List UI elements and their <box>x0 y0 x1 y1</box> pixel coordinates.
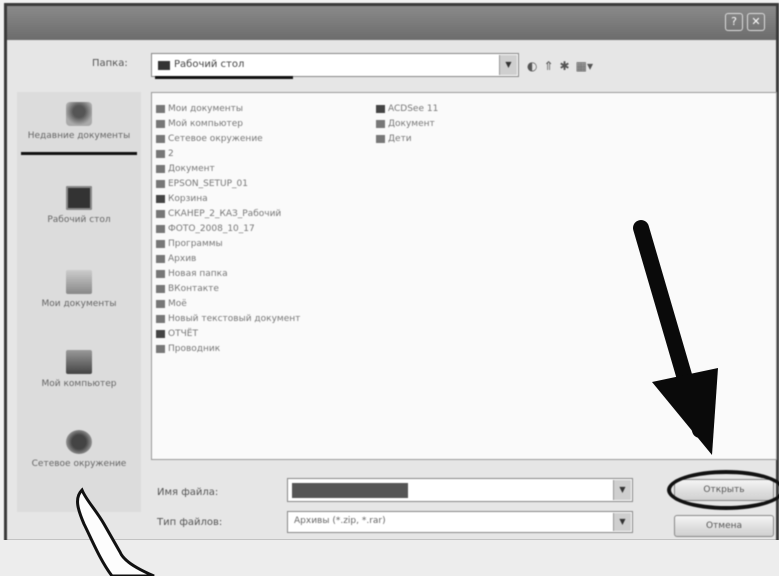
list-item[interactable]: ВКонтакте <box>156 281 300 296</box>
place-network[interactable]: Сетевое окружение <box>17 430 141 470</box>
my-documents-icon <box>66 270 92 294</box>
list-item[interactable]: Сетевое окружение <box>156 131 300 146</box>
place-label: Мой компьютер <box>41 379 117 389</box>
file-icon <box>156 149 165 158</box>
list-item[interactable]: Проводник <box>156 341 300 356</box>
my-computer-icon <box>66 350 92 374</box>
file-icon <box>156 314 165 323</box>
list-item[interactable]: ФОТО_2008_10_17 <box>156 221 300 236</box>
place-my-documents[interactable]: Мои документы <box>17 270 141 310</box>
close-button[interactable]: ✕ <box>747 13 765 31</box>
desktop-folder-icon <box>158 61 170 70</box>
file-list[interactable]: Мои документы Мой компьютер Сетевое окру… <box>151 92 777 460</box>
network-icon <box>66 430 92 454</box>
list-item[interactable]: Дети <box>376 131 438 146</box>
list-item[interactable]: СКАНЕР_2_КАЗ_Рабочий <box>156 206 300 221</box>
file-name-input[interactable]: ▼ <box>287 478 633 502</box>
file-icon <box>156 344 165 353</box>
file-icon <box>156 284 165 293</box>
folder-icon <box>156 104 165 113</box>
list-item[interactable]: Архив <box>156 251 300 266</box>
look-in-label: Папка: <box>92 58 128 69</box>
up-folder-icon[interactable]: ⇑ <box>543 59 553 73</box>
file-icon <box>376 119 385 128</box>
list-item[interactable]: Мои документы <box>156 101 300 116</box>
file-icon <box>156 209 165 218</box>
hand-drawn-underline <box>155 76 293 79</box>
recent-documents-icon <box>66 102 92 126</box>
list-item[interactable]: Документ <box>156 161 300 176</box>
highlight-circle-annotation <box>667 470 779 510</box>
file-icon <box>376 134 385 143</box>
look-in-dropdown[interactable]: Рабочий стол ▼ <box>151 53 519 77</box>
help-button[interactable]: ? <box>725 13 743 31</box>
place-my-computer[interactable]: Мой компьютер <box>17 350 141 390</box>
file-icon <box>156 254 165 263</box>
file-column: Мои документы Мой компьютер Сетевое окру… <box>156 101 300 356</box>
gear-icon <box>156 299 165 308</box>
new-folder-icon[interactable]: ✱ <box>560 59 570 73</box>
open-file-dialog: ? ✕ Папка: Рабочий стол ▼ ◐ ⇑ ✱ ▦▾ Недав… <box>4 3 779 543</box>
folder-icon <box>376 104 385 113</box>
folder-icon <box>156 329 165 338</box>
list-item[interactable]: 2 <box>156 146 300 161</box>
list-item[interactable]: Корзина <box>156 191 300 206</box>
file-icon <box>156 239 165 248</box>
desktop-icon <box>66 186 92 210</box>
title-bar: ? ✕ <box>7 6 776 40</box>
computer-icon <box>156 119 165 128</box>
list-item[interactable]: Моё <box>156 296 300 311</box>
place-recent[interactable]: Недавние документы <box>17 102 141 142</box>
look-in-value: Рабочий стол <box>174 59 245 70</box>
cancel-button[interactable]: Отмена <box>674 515 774 537</box>
chevron-down-icon[interactable]: ▼ <box>613 480 631 500</box>
file-icon <box>156 179 165 188</box>
network-icon <box>156 134 165 143</box>
file-type-label: Тип файлов: <box>157 517 223 528</box>
list-item[interactable]: ACDSee 11 <box>376 101 438 116</box>
chevron-down-icon[interactable]: ▼ <box>499 55 517 75</box>
view-menu-icon[interactable]: ▦▾ <box>576 59 593 73</box>
file-column: ACDSee 11 Документ Дети <box>376 101 438 146</box>
file-type-value: Архивы (*.zip, *.rar) <box>294 516 386 526</box>
dialog-toolbar: ◐ ⇑ ✱ ▦▾ <box>527 55 593 77</box>
list-item[interactable]: Программы <box>156 236 300 251</box>
file-icon <box>156 164 165 173</box>
back-icon[interactable]: ◐ <box>527 59 537 73</box>
place-label: Недавние документы <box>27 131 131 141</box>
file-icon <box>156 269 165 278</box>
place-label: Мои документы <box>41 299 117 309</box>
file-icon <box>156 224 165 233</box>
list-item[interactable]: Документ <box>376 116 438 131</box>
list-item[interactable]: Новая папка <box>156 266 300 281</box>
list-item[interactable]: Новый текстовый документ <box>156 311 300 326</box>
selected-text-highlight <box>292 483 408 498</box>
places-bar: Недавние документы Рабочий стол Мои доку… <box>17 92 141 512</box>
place-desktop[interactable]: Рабочий стол <box>17 186 141 226</box>
place-label: Сетевое окружение <box>31 459 127 469</box>
file-name-label: Имя файла: <box>157 487 219 498</box>
list-item[interactable]: Мой компьютер <box>156 116 300 131</box>
list-item[interactable]: EPSON_SETUP_01 <box>156 176 300 191</box>
hand-drawn-underline <box>21 152 137 155</box>
chevron-down-icon[interactable]: ▼ <box>613 513 631 531</box>
folder-icon <box>156 194 165 203</box>
place-label: Рабочий стол <box>47 215 111 225</box>
file-type-dropdown[interactable]: Архивы (*.zip, *.rar) ▼ <box>287 511 633 533</box>
page-background <box>0 540 779 576</box>
list-item[interactable]: ОТЧЁТ <box>156 326 300 341</box>
